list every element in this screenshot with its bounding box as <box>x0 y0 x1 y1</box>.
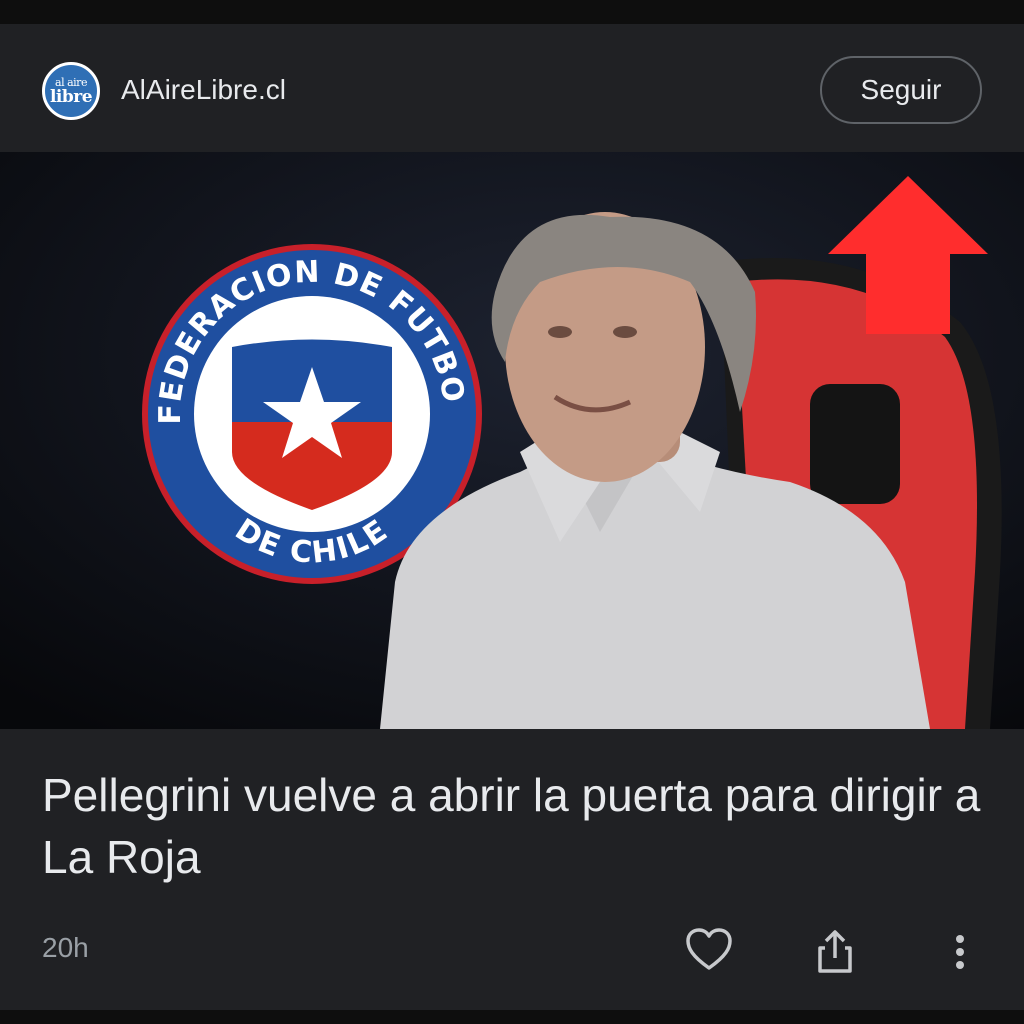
share-button[interactable] <box>816 928 854 974</box>
source-name[interactable]: AlAireLibre.cl <box>121 74 286 106</box>
share-icon <box>818 930 852 973</box>
article-age: 20h <box>42 932 89 963</box>
more-vert-icon <box>956 935 964 969</box>
article-headline[interactable]: Pellegrini vuelve a abrir la puerta para… <box>42 764 982 888</box>
heart-icon <box>686 928 732 970</box>
like-button[interactable] <box>686 928 732 972</box>
source-logo: al aire libre <box>42 62 100 120</box>
card-header: al aire libre AlAireLibre.cl Seguir <box>0 24 1024 152</box>
news-card[interactable]: al aire libre AlAireLibre.cl Seguir FEDE… <box>0 24 1024 1010</box>
more-options-button[interactable] <box>952 932 968 972</box>
follow-button[interactable]: Seguir <box>820 56 982 124</box>
article-image[interactable]: FEDERACION DE FUTBOL DE CHILE <box>0 152 1024 729</box>
